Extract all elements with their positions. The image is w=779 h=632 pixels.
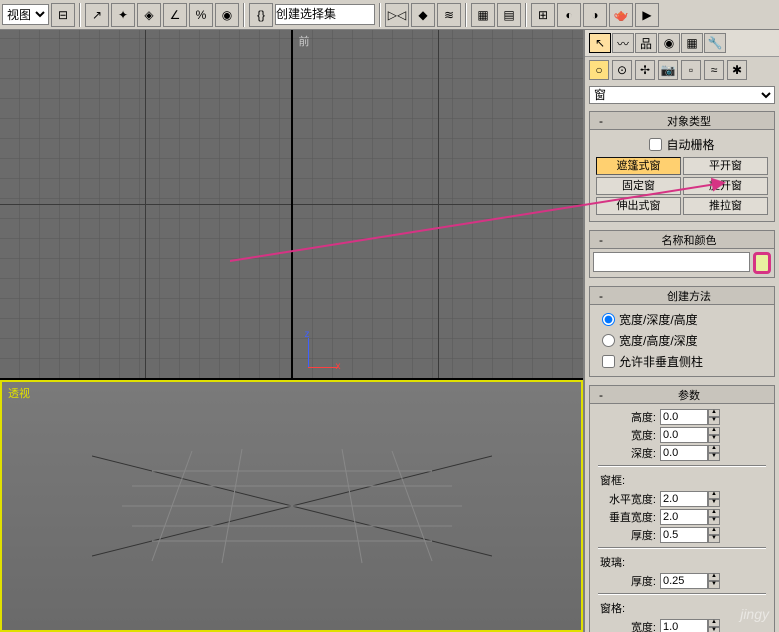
creation-method-rollout: -创建方法 宽度/深度/高度 宽度/高度/深度 允许非垂直侧柱 xyxy=(589,286,775,377)
window-type-awning[interactable]: 遮篷式窗 xyxy=(596,157,681,175)
perspective-grid xyxy=(92,416,492,596)
named-selection-set[interactable]: 创建选择集 xyxy=(275,4,375,25)
layers-icon[interactable]: ≋ xyxy=(437,3,461,27)
geometry-icon[interactable]: ○ xyxy=(589,60,609,80)
quick-render-icon[interactable]: ▶ xyxy=(635,3,659,27)
snap-angle-icon[interactable]: ∠ xyxy=(163,3,187,27)
modify-tab[interactable]: 〰 xyxy=(612,33,634,53)
material-icon[interactable]: ⊞ xyxy=(531,3,555,27)
viewport-perspective[interactable]: 透视 xyxy=(0,380,583,632)
height-input[interactable] xyxy=(660,409,708,425)
radio-wdh[interactable] xyxy=(602,313,615,326)
collapse-icon[interactable]: - xyxy=(594,388,608,402)
helpers-icon[interactable]: ▫ xyxy=(681,60,701,80)
window-type-casement[interactable]: 平开窗 xyxy=(683,157,768,175)
schematic-icon[interactable]: ▤ xyxy=(497,3,521,27)
spacewarps-icon[interactable]: ≈ xyxy=(704,60,724,80)
snap-spinner-icon[interactable]: ◉ xyxy=(215,3,239,27)
tool-1-icon[interactable]: ↗ xyxy=(85,3,109,27)
color-swatch[interactable] xyxy=(753,252,771,274)
allow-nonvert-checkbox[interactable] xyxy=(602,355,615,368)
motion-tab[interactable]: ◉ xyxy=(658,33,680,53)
keyframe-icon[interactable]: ⊟ xyxy=(51,3,75,27)
command-tabs: ↖ 〰 品 ◉ ▦ 🔧 xyxy=(585,30,779,57)
hwidth-input[interactable] xyxy=(660,491,708,507)
abc-icon[interactable]: {} xyxy=(249,3,273,27)
command-panel: ↖ 〰 品 ◉ ▦ 🔧 ○ ⊙ ✢ 📷 ▫ ≈ ✱ 窗 -对象类型 自动栅格 遮… xyxy=(583,30,779,632)
radio-whd[interactable] xyxy=(602,334,615,347)
collapse-icon[interactable]: - xyxy=(594,233,608,247)
shapes-icon[interactable]: ⊙ xyxy=(612,60,632,80)
viewport-left[interactable] xyxy=(0,30,291,378)
category-icons: ○ ⊙ ✢ 📷 ▫ ≈ ✱ xyxy=(585,57,779,83)
curve-editor-icon[interactable]: ▦ xyxy=(471,3,495,27)
cameras-icon[interactable]: 📷 xyxy=(658,60,678,80)
mirror-icon[interactable]: ▷◁ xyxy=(385,3,409,27)
collapse-icon[interactable]: - xyxy=(594,289,608,303)
object-type-rollout: -对象类型 自动栅格 遮篷式窗 平开窗 固定窗 旋开窗 伸出式窗 推拉窗 xyxy=(589,111,775,222)
auto-grid-checkbox[interactable] xyxy=(649,138,662,151)
render-icon[interactable]: 🫖 xyxy=(609,3,633,27)
watermark: jingy xyxy=(740,606,769,622)
collapse-icon[interactable]: - xyxy=(594,114,608,128)
window-type-sliding[interactable]: 推拉窗 xyxy=(683,197,768,215)
spinner-up-icon[interactable]: ▲ xyxy=(708,409,720,417)
thickness-input[interactable] xyxy=(660,527,708,543)
viewport-front[interactable]: 前 z x xyxy=(291,30,584,378)
parameters-rollout: -参数 高度:▲▼ 宽度:▲▼ 深度:▲▼ 窗框: 水平宽度:▲▼ 垂直宽度:▲… xyxy=(589,385,775,632)
hierarchy-tab[interactable]: 品 xyxy=(635,33,657,53)
vwidth-input[interactable] xyxy=(660,509,708,525)
depth-input[interactable] xyxy=(660,445,708,461)
gwidth-input[interactable] xyxy=(660,619,708,632)
align-icon[interactable]: ◆ xyxy=(411,3,435,27)
viewport-area: 前 z x 透视 jingy xyxy=(0,30,583,632)
tool-2-icon[interactable]: ✦ xyxy=(111,3,135,27)
snap-percent-icon[interactable]: % xyxy=(189,3,213,27)
view-select[interactable]: 视图 xyxy=(2,4,49,25)
subcategory-select[interactable]: 窗 xyxy=(589,86,775,104)
utilities-tab[interactable]: 🔧 xyxy=(704,33,726,53)
width-input[interactable] xyxy=(660,427,708,443)
systems-icon[interactable]: ✱ xyxy=(727,60,747,80)
snap-3d-icon[interactable]: ◈ xyxy=(137,3,161,27)
spinner-down-icon[interactable]: ▼ xyxy=(708,417,720,425)
name-color-rollout: -名称和颜色 xyxy=(589,230,775,278)
render-setup-icon[interactable]: ◐ xyxy=(557,3,581,27)
gthickness-input[interactable] xyxy=(660,573,708,589)
lights-icon[interactable]: ✢ xyxy=(635,60,655,80)
render-frame-icon[interactable]: ◑ xyxy=(583,3,607,27)
viewport-label: 透视 xyxy=(8,385,30,401)
create-tab[interactable]: ↖ xyxy=(589,33,611,53)
display-tab[interactable]: ▦ xyxy=(681,33,703,53)
top-toolbar: 视图 ⊟ ↗ ✦ ◈ ∠ % ◉ {} 创建选择集 ▷◁ ◆ ≋ ▦ ▤ ⊞ ◐… xyxy=(0,0,779,30)
object-name-input[interactable] xyxy=(593,252,750,272)
